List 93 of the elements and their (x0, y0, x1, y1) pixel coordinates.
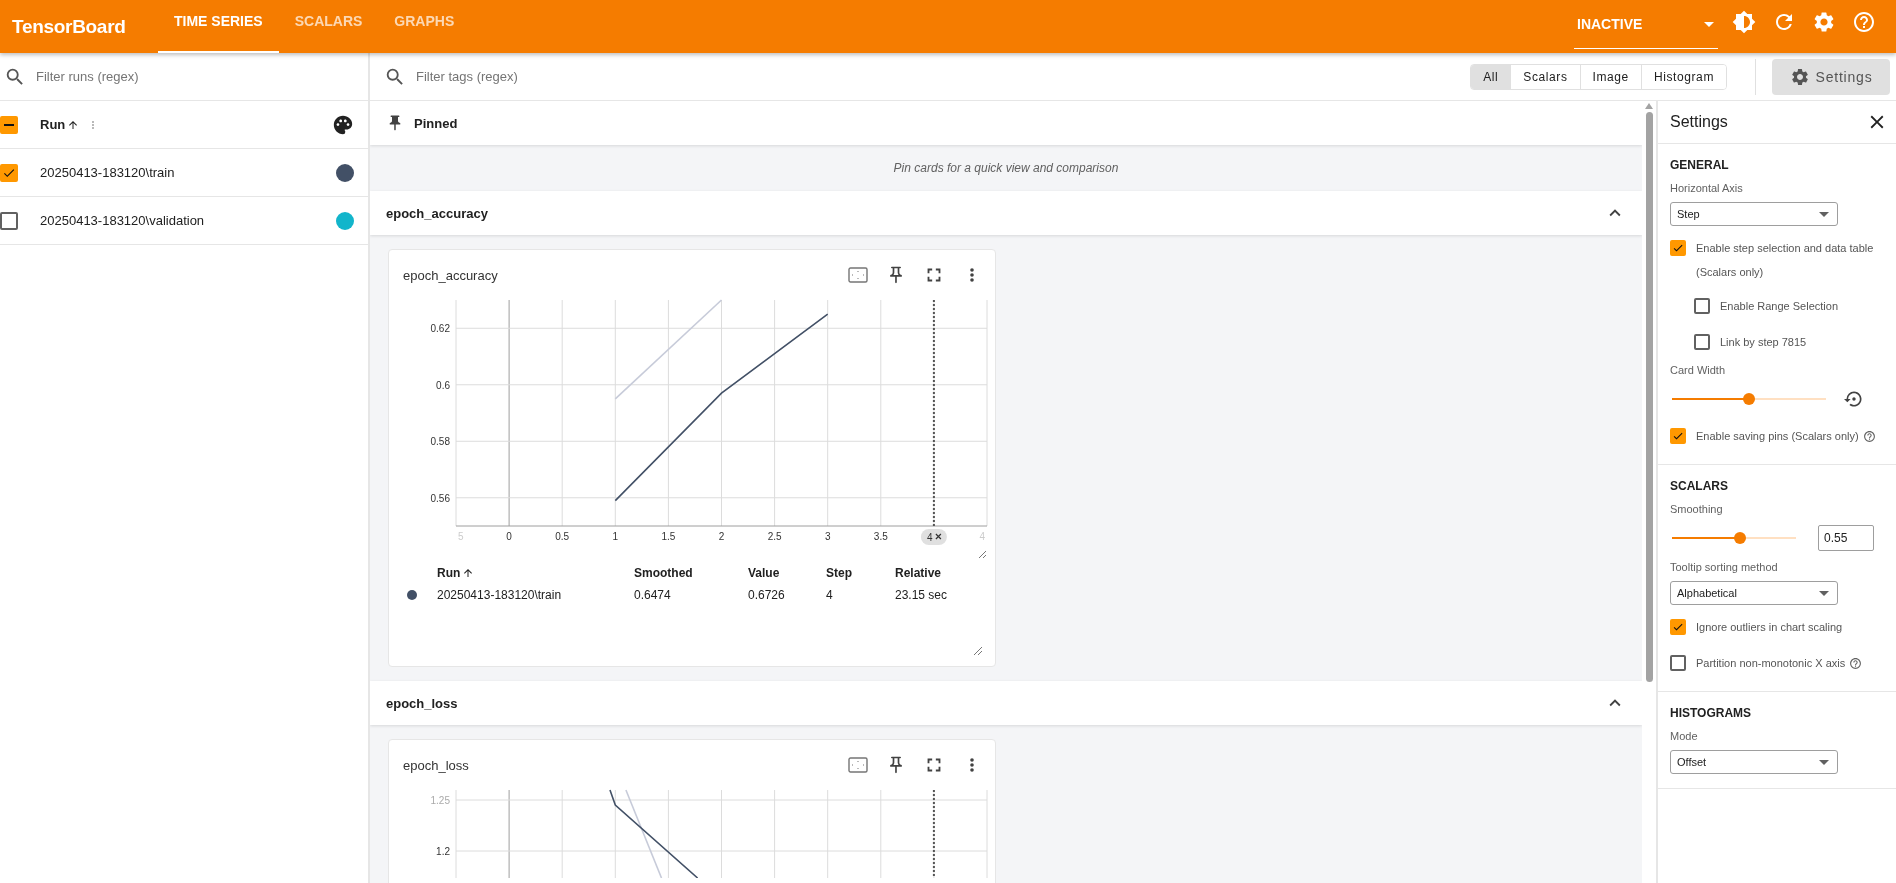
section-title: GENERAL (1670, 158, 1730, 172)
more-icon (970, 758, 974, 772)
run-name: 20250413-183120\validation (39, 213, 206, 228)
run-name: 20250413-183120\train (39, 165, 176, 180)
checkbox-label: Enable step selection and data table (1696, 242, 1874, 254)
y-tick-label: 1.25 (430, 795, 450, 806)
help-icon[interactable] (1862, 430, 1876, 443)
section-title: Pinned (414, 115, 459, 131)
column-header: Value (748, 566, 781, 580)
dropdown[interactable]: Alphabetical (1670, 581, 1838, 605)
checkbox[interactable] (1670, 655, 1686, 671)
caret-icon (1704, 21, 1714, 27)
caret-icon (1819, 759, 1829, 765)
run-color-dot[interactable] (336, 163, 354, 182)
empty-pinned-message: Pin cards for a quick view and comparison (892, 160, 1120, 177)
type-filter-tab[interactable]: Histogram (1640, 64, 1726, 89)
x-tick-label: 1.5 (661, 531, 676, 542)
section-title: HISTOGRAMS (1670, 706, 1753, 720)
checkbox-label: Link by step 7815 (1720, 336, 1807, 348)
y-tick-label: 1.2 (436, 846, 450, 857)
run-column-header[interactable]: Run (26, 117, 66, 132)
x-tick-label: 2 (718, 531, 725, 542)
reset-icon[interactable] (1844, 389, 1864, 409)
select-all-checkbox[interactable] (0, 115, 18, 134)
panel-title: Settings (1670, 113, 1728, 131)
table-cell-text: 0.6474 (634, 588, 672, 602)
help-icon (1852, 9, 1876, 34)
x-tick-label: 1 (612, 531, 619, 542)
slider-thumb[interactable] (1734, 532, 1747, 544)
column-header: Step (826, 566, 853, 580)
card-title: epoch_loss (403, 757, 470, 773)
help-icon[interactable] (1849, 657, 1863, 670)
dropdown[interactable]: Offset (1670, 750, 1838, 774)
dash-icon (4, 123, 14, 126)
table-cell-text: 23.15 sec (895, 588, 949, 602)
field-label: Card Width (1670, 364, 1727, 376)
x-tick-label: 0 (506, 531, 512, 542)
run-checkbox[interactable] (0, 163, 18, 182)
settings-toggle-button[interactable]: Settings (1772, 58, 1890, 95)
resize-handle-icon[interactable] (978, 550, 987, 559)
group-title: epoch_loss (386, 695, 459, 711)
brightness-icon (1732, 9, 1756, 34)
checkbox[interactable] (1694, 298, 1710, 314)
checkbox[interactable] (1694, 334, 1710, 350)
section-title: SCALARS (1670, 479, 1729, 493)
field-label: Tooltip sorting method (1670, 561, 1779, 573)
palette-icon[interactable] (332, 113, 354, 136)
sort-arrow-icon (462, 567, 475, 579)
checkbox-label: Partition non-monotonic X axis (1696, 657, 1846, 669)
sort-arrow-icon (67, 118, 80, 131)
settings-icon (1789, 66, 1810, 87)
table-cell-text: 4 (826, 588, 834, 602)
x-tick-label: 3.5 (873, 531, 888, 542)
card-title: epoch_accuracy (403, 267, 499, 283)
type-filter-tab[interactable]: All (1471, 64, 1511, 89)
number-field[interactable]: 0.55 (1818, 525, 1874, 551)
caret-icon (1819, 590, 1829, 596)
group-title: epoch_accuracy (386, 205, 489, 221)
resize-handle-icon[interactable] (973, 646, 983, 656)
checkbox[interactable] (1670, 428, 1686, 444)
y-tick-label: 0.6 (436, 379, 450, 391)
field-label: Smoothing (1670, 503, 1724, 515)
settings-icon (1812, 9, 1836, 34)
dropdown[interactable]: Step (1670, 202, 1838, 226)
checkbox-label: Enable Range Selection (1720, 300, 1839, 312)
field-label: Horizontal Axis (1670, 182, 1744, 194)
table-cell-text: 0.6726 (748, 588, 786, 602)
caret-icon (1819, 211, 1829, 217)
checkbox-label: Enable saving pins (Scalars only) (1696, 430, 1859, 442)
checkbox-label: Ignore outliers in chart scaling (1696, 621, 1843, 633)
fit-to-view-icon (848, 267, 868, 283)
x-tick-label: 0.5 (555, 531, 570, 542)
column-header: Relative (895, 566, 943, 580)
checkbox[interactable] (1670, 619, 1686, 635)
app-title: TensorBoard (11, 14, 127, 39)
run-color-dot[interactable] (336, 211, 354, 230)
column-header[interactable]: Run (437, 566, 634, 580)
slider-thumb[interactable] (1743, 393, 1755, 405)
step-marker-line[interactable] (932, 299, 935, 527)
column-header: Smoothed (634, 566, 694, 580)
table-cell-text: 20250413-183120\train (437, 588, 563, 602)
more-icon (970, 268, 974, 282)
x-tick-label: 3 (824, 531, 831, 542)
run-checkbox[interactable] (0, 211, 18, 230)
y-tick-label: 0.58 (430, 436, 450, 448)
checkbox-note: (Scalars only) (1696, 266, 1765, 278)
x-tick-label: 2.5 (767, 531, 782, 542)
checkbox[interactable] (1670, 240, 1686, 256)
step-chip[interactable]: 4 (920, 529, 947, 545)
field-label: Mode (1670, 730, 1699, 742)
fit-to-view-icon (848, 757, 868, 773)
y-tick-label: 0.62 (430, 323, 450, 335)
y-tick-label: 0.56 (430, 492, 450, 504)
